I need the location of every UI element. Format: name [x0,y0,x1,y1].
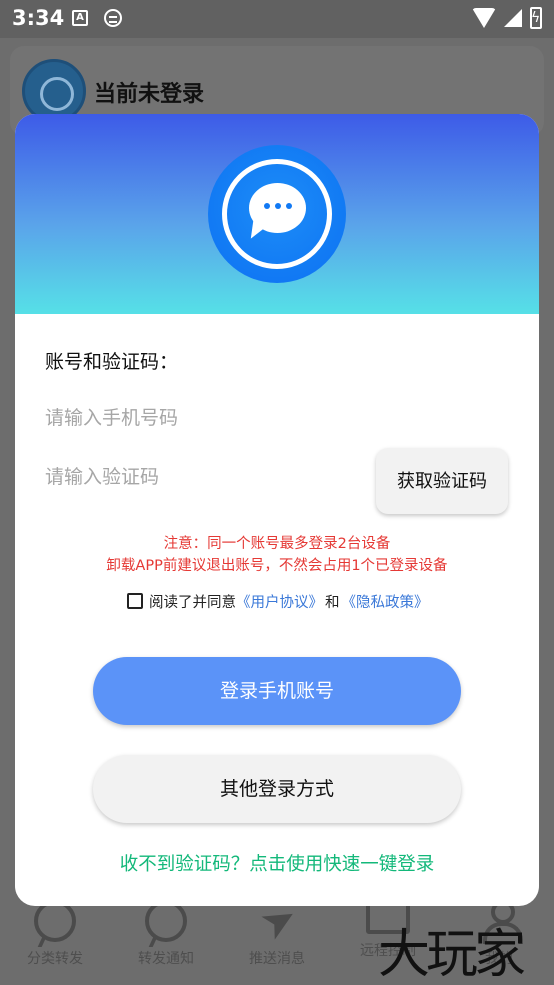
status-bar: 3:34 A [0,0,554,38]
send-icon [256,900,298,942]
status-time: 3:34 [12,6,65,30]
get-code-button[interactable]: 获取验证码 [376,448,508,514]
nav-item-forward-notice[interactable]: 转发通知 [116,900,216,968]
agreement-checkbox[interactable] [127,593,143,609]
notice-line: 卸载APP前建议退出账号，不然会占用1个已登录设备 [106,558,448,574]
quick-login-link[interactable]: 收不到验证码？点击使用快速一键登录 [15,850,539,876]
nav-label: 分类转发 [27,951,83,967]
agree-prefix: 阅读了并同意 [149,594,236,611]
status-right-icons [472,6,542,30]
watermark: 大玩家 [378,925,526,985]
verification-code-input[interactable] [45,460,345,494]
agree-and: 和 [325,594,340,611]
wifi-icon [472,8,496,28]
nav-label: 推送消息 [249,951,305,967]
login-dialog: 账号和验证码： 获取验证码 注意：同一个账号最多登录2台设备 卸载APP前建议退… [15,114,539,906]
battery-charging-icon [530,7,542,29]
chat-bubble-icon [34,900,76,942]
ellipsis-icon [264,203,292,211]
a-notification-icon: A [72,10,88,26]
message-notification-icon [104,9,122,27]
app-logo-icon [208,145,346,283]
login-status-title: 当前未登录 [94,82,205,107]
privacy-policy-link[interactable]: 《隐私政策》 [342,591,429,612]
user-agreement-link[interactable]: 《用户协议》 [236,591,323,612]
nav-item-category-forward[interactable]: 分类转发 [5,900,105,968]
login-phone-button[interactable]: 登录手机账号 [93,657,461,725]
notice-line: 注意：同一个账号最多登录2台设备 [163,536,391,552]
section-label: 账号和验证码： [45,351,179,373]
signal-icon [504,9,522,27]
nav-item-push-message[interactable]: 推送消息 [227,900,327,968]
phone-input[interactable] [45,401,505,435]
nav-label: 转发通知 [138,951,194,967]
dialog-header [15,114,539,314]
other-login-button[interactable]: 其他登录方式 [93,755,461,823]
chat-bubble-icon [145,900,187,942]
agreement-row: 阅读了并同意 《用户协议》 和 《隐私政策》 [127,590,429,612]
login-notice: 注意：同一个账号最多登录2台设备 卸载APP前建议退出账号，不然会占用1个已登录… [15,533,539,577]
